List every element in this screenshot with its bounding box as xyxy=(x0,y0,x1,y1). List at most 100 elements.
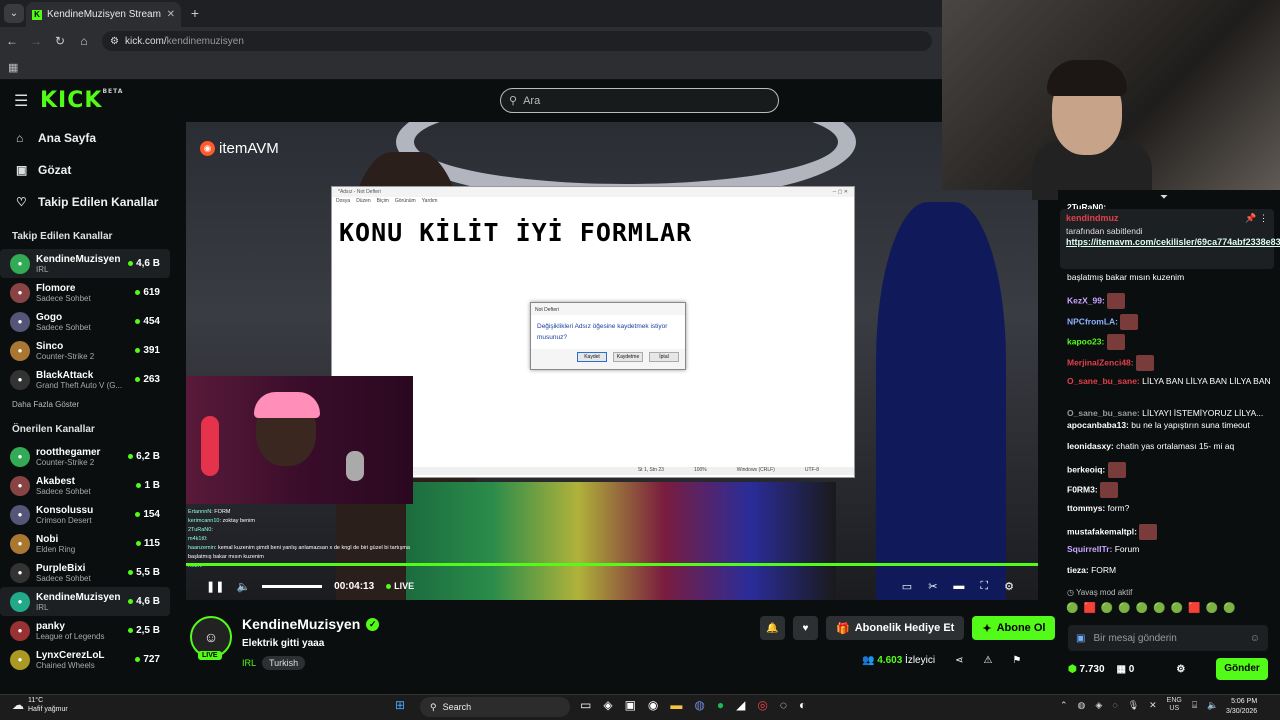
kick-logo[interactable]: KICKBETA xyxy=(40,88,123,113)
browser-tab[interactable]: K KendineMuzisyen Stream - ✕ xyxy=(26,2,181,27)
chat-username[interactable]: mustafakemaltpl: xyxy=(1067,526,1137,536)
chat-username[interactable]: kapoo23: xyxy=(1067,336,1104,346)
tab-menu-button[interactable]: ⌄ xyxy=(4,4,24,23)
show-more-link[interactable]: Daha Fazla Göster xyxy=(0,394,170,416)
file-explorer-icon[interactable]: ▭ xyxy=(580,698,591,712)
tray-app-icon[interactable]: ◈ xyxy=(1095,700,1102,711)
chat-username[interactable]: O_sane_bu_sane: xyxy=(1067,408,1140,418)
chat-settings-icon[interactable]: ⚙ xyxy=(1176,664,1185,675)
windows-start-icon[interactable]: ⊞ xyxy=(395,698,405,712)
search-input[interactable] xyxy=(523,94,666,107)
chat-username[interactable]: KezX_99: xyxy=(1067,295,1105,305)
chat-username[interactable]: leonidasxy: xyxy=(1067,441,1114,451)
volume-tray-icon[interactable]: 🔈 xyxy=(1207,700,1218,711)
pip-icon[interactable]: ▭ xyxy=(902,580,912,593)
sidebar-channel-konsolussu[interactable]: ● Konsolussu Crimson Desert 154 xyxy=(0,500,170,529)
pinned-link[interactable]: https://itemavm.com/cekilisler/69ca774ab… xyxy=(1066,236,1280,249)
chat-username[interactable]: F0RM3: xyxy=(1067,484,1098,494)
app-icon[interactable]: ◢ xyxy=(736,698,745,712)
obs-icon[interactable]: ◌ xyxy=(780,698,787,712)
sidebar-channel-rootthegamer[interactable]: ● rootthegamer Counter-Strike 2 6,2 B xyxy=(0,442,170,471)
chrome-icon[interactable]: ◎ xyxy=(757,698,767,712)
pause-icon[interactable]: ❚❚ xyxy=(206,580,224,593)
chat-username[interactable]: SquirrelITr: xyxy=(1067,544,1112,554)
sidebar-channel-purplebixi[interactable]: ● PurpleBixi Sadece Sohbet 5,5 B xyxy=(0,558,170,587)
chat-username[interactable]: O_sane_bu_sane: xyxy=(1067,376,1140,386)
sidebar-channel-flomore[interactable]: ● Flomore Sadece Sohbet 619 xyxy=(0,278,170,307)
theater-icon[interactable]: ▬ xyxy=(953,580,964,593)
clip-icon[interactable]: ✂ xyxy=(928,580,937,593)
send-button[interactable]: Gönder xyxy=(1216,658,1268,680)
chat-username[interactable]: MerjinalZenci48: xyxy=(1067,357,1134,367)
search-box[interactable]: ⚲ xyxy=(500,88,779,113)
back-icon[interactable]: ← xyxy=(0,34,24,48)
clock[interactable]: 5:06 PM 3/30/2026 xyxy=(1226,697,1257,717)
steam-icon[interactable]: ◐ xyxy=(799,698,806,712)
nav-following[interactable]: ♡ Takip Edilen Kanallar xyxy=(0,186,170,218)
pin-icon[interactable]: 📌 ⋮ xyxy=(1245,213,1268,224)
report-icon[interactable]: ⚠ xyxy=(983,655,992,666)
copilot-icon[interactable]: ◈ xyxy=(603,698,612,712)
subscribe-button[interactable]: ✦ Abone Ol xyxy=(972,616,1056,640)
gifts[interactable]: ▦ 0 xyxy=(1117,664,1135,675)
emote-row[interactable]: 🟢🟥🟢🟢🟢🟢🟢🟥🟢🟢 xyxy=(1066,603,1241,614)
reload-icon[interactable]: ↻ xyxy=(48,34,72,48)
chat-username[interactable]: apocanbaba13: xyxy=(1067,420,1129,430)
sidebar-channel-blackattack[interactable]: ● BlackAttack Grand Theft Auto V (G... 2… xyxy=(0,365,170,394)
sidebar-channel-kendinemuzisyen[interactable]: ● KendineMuzisyen IRL 4,6 B xyxy=(0,249,170,278)
settings-icon[interactable]: ⚙ xyxy=(1004,580,1014,593)
language-tag[interactable]: Turkish xyxy=(262,656,306,670)
chat-username[interactable]: NPCfromLA: xyxy=(1067,316,1118,326)
channel-name[interactable]: KendineMuzisyen xyxy=(242,616,360,632)
volume-icon[interactable]: 🔈 xyxy=(236,580,250,593)
emoji-icon[interactable]: ☺ xyxy=(1250,633,1260,644)
live-progress-bar[interactable] xyxy=(186,563,1038,566)
stream-category[interactable]: IRL xyxy=(242,658,256,668)
folder-icon[interactable]: ▬ xyxy=(670,698,682,712)
tray-app-icon[interactable]: ◍ xyxy=(1078,700,1086,711)
sidebar-channel-lynxcerezlol[interactable]: ● LynxCerezLoL Chained Wheels 727 xyxy=(0,645,170,674)
notification-bell-button[interactable]: 🔔 xyxy=(760,616,785,640)
more-icon[interactable]: ⚑ xyxy=(1012,655,1021,666)
weather-widget[interactable]: ☁ 11°C Hafif yağmur xyxy=(12,696,68,714)
menu-icon[interactable]: ☰ xyxy=(14,91,28,111)
sidebar-channel-kendinemuzisyen[interactable]: ● KendineMuzisyen IRL 4,6 B xyxy=(0,587,170,616)
gift-sub-button[interactable]: 🎁 Abonelik Hediye Et xyxy=(826,616,965,640)
home-browser-icon[interactable]: ⌂ xyxy=(72,34,96,48)
share-icon[interactable]: ⋖ xyxy=(955,655,963,666)
apps-grid-icon[interactable]: ▦ xyxy=(8,61,18,74)
store-icon[interactable]: ▣ xyxy=(625,698,636,712)
site-info-icon[interactable]: ⚙ xyxy=(110,36,119,47)
chat-input-box[interactable]: ▣ ☺ xyxy=(1068,625,1268,651)
forward-icon[interactable]: → xyxy=(24,34,48,48)
sidebar-channel-gogo[interactable]: ● Gogo Sadece Sohbet 454 xyxy=(0,307,170,336)
points[interactable]: ⬢ 7.730 xyxy=(1068,664,1105,675)
nav-browse[interactable]: ▣ Gözat xyxy=(0,154,170,186)
tray-app-icon[interactable]: ✕ xyxy=(1149,700,1157,711)
nav-home[interactable]: ⌂ Ana Sayfa xyxy=(0,122,170,154)
mic-icon[interactable]: 🎙 xyxy=(1128,700,1139,711)
url-field[interactable]: ⚙ kick.com/kendinemuzisyen xyxy=(102,31,932,51)
close-tab-icon[interactable]: ✕ xyxy=(167,9,175,20)
language-indicator[interactable]: ENG US xyxy=(1167,697,1182,713)
sidebar-channel-sinco[interactable]: ● Sinco Counter-Strike 2 391 xyxy=(0,336,170,365)
taskbar-search[interactable]: ⚲ Search xyxy=(420,697,570,717)
follow-heart-button[interactable]: ♥ xyxy=(793,616,818,640)
edge-icon[interactable]: ◉ xyxy=(648,698,658,712)
sidebar-channel-nobi[interactable]: ● Nobi Elden Ring 115 xyxy=(0,529,170,558)
chat-username[interactable]: tieza: xyxy=(1067,565,1089,575)
chat-username[interactable]: ttommys: xyxy=(1067,503,1105,513)
volume-slider[interactable] xyxy=(262,584,323,588)
discord-icon[interactable]: ◍ xyxy=(694,698,704,712)
tray-app-icon[interactable]: ◌ xyxy=(1112,700,1117,710)
tray-chevron-icon[interactable]: ⌃ xyxy=(1060,700,1068,711)
spotify-icon[interactable]: ● xyxy=(717,698,724,712)
chat-username[interactable]: berkeoiq: xyxy=(1067,464,1105,474)
sidebar-channel-panky[interactable]: ● panky League of Legends 2,5 B xyxy=(0,616,170,645)
fullscreen-icon[interactable]: ⛶ xyxy=(980,580,988,593)
sidebar-channel-akabest[interactable]: ● Akabest Sadece Sohbet 1 B xyxy=(0,471,170,500)
network-icon[interactable]: ⌸ xyxy=(1192,700,1197,711)
overlay-chat-user: 2TuRaN0 xyxy=(188,527,212,533)
new-tab-button[interactable]: + xyxy=(186,5,204,23)
chat-input[interactable] xyxy=(1093,632,1242,644)
